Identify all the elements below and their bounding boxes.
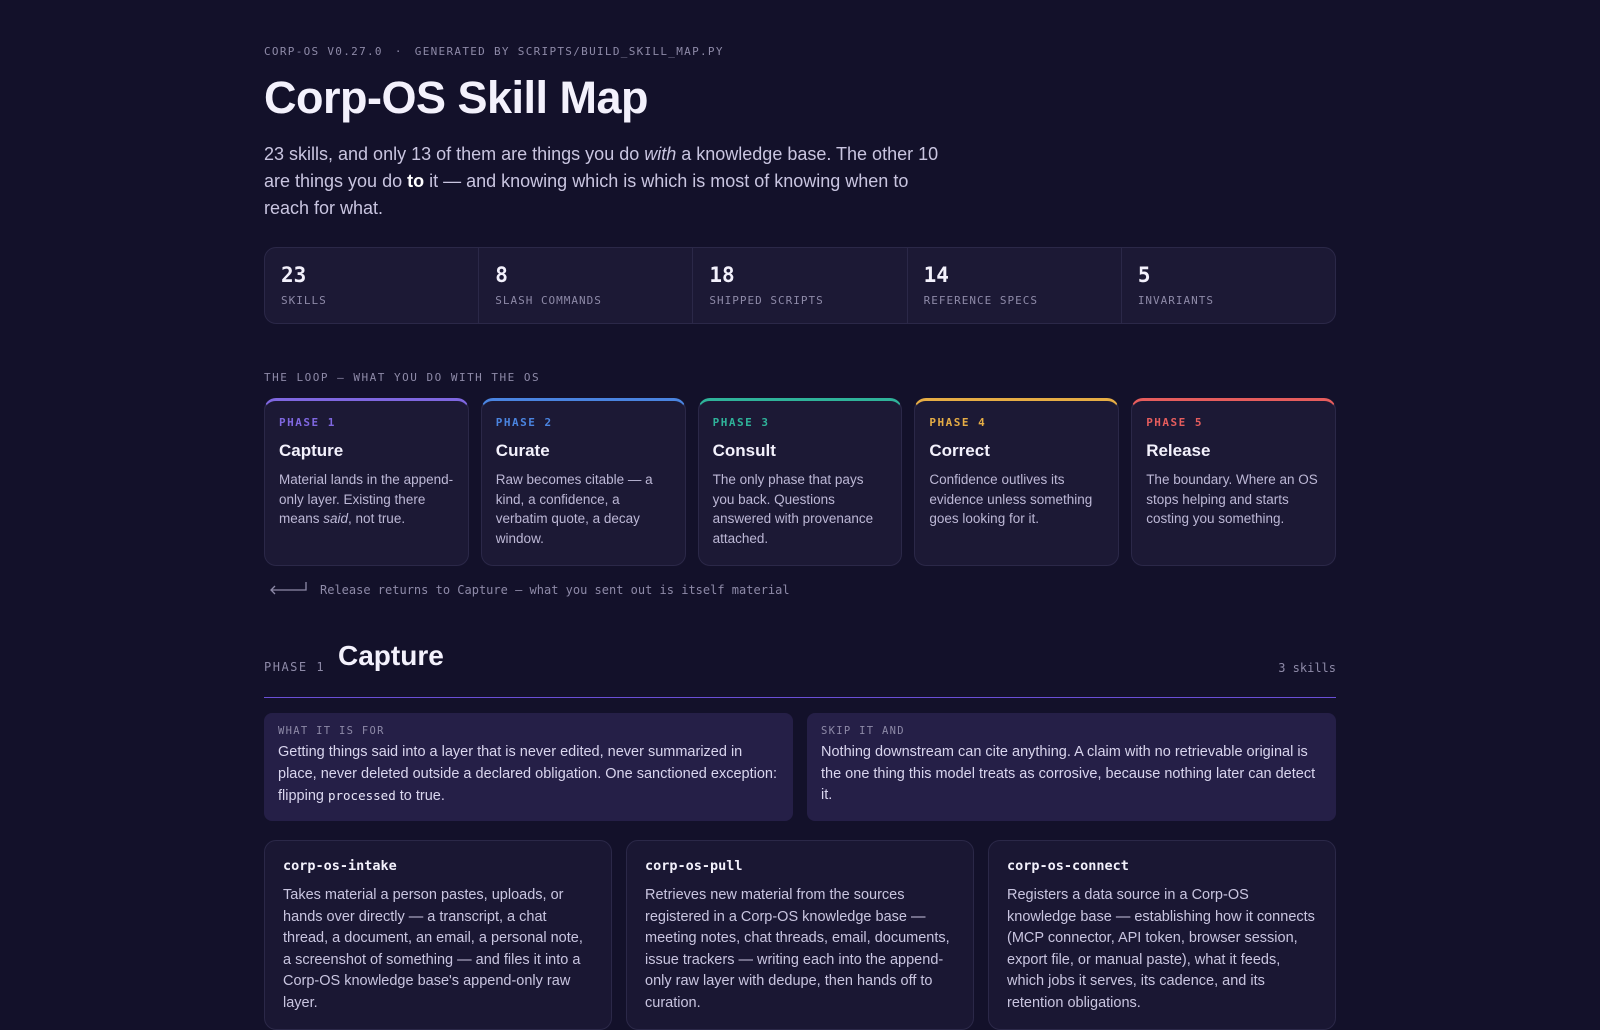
- phase-section-kicker: PHASE 1: [264, 660, 326, 674]
- loop-section-label: THE LOOP — WHAT YOU DO WITH THE OS: [264, 371, 541, 384]
- phase-description: The only phase that pays you back. Quest…: [712, 472, 874, 546]
- phase-purpose-row: WHAT IT IS FOR Getting things said into …: [264, 713, 1336, 821]
- page-lede: 23 skills, and only 13 of them are thing…: [264, 141, 954, 222]
- phase-card-capture[interactable]: PHASE 1 Capture Material lands in the ap…: [264, 398, 469, 566]
- phase-card-curate[interactable]: PHASE 2 Curate Raw becomes citable — a k…: [480, 398, 686, 566]
- stat-value: 5: [1137, 263, 1151, 287]
- version-label: CORP-OS V0.27.0: [264, 45, 383, 58]
- stat-skills: 23 SKILLS: [265, 248, 480, 323]
- phase-number: PHASE 3: [712, 416, 770, 429]
- what-text-end: to true.: [395, 788, 445, 804]
- skill-name: corp-os-pull: [645, 858, 743, 874]
- phase-section-header: PHASE 1 Capture 3 skills: [264, 640, 1336, 698]
- phase-number: PHASE 4: [929, 416, 987, 429]
- stat-label: SKILLS: [281, 294, 327, 307]
- skill-card-corp-os-connect[interactable]: corp-os-connect Registers a data source …: [988, 840, 1336, 1030]
- stat-value: 23: [281, 263, 307, 287]
- stats-bar: 23 SKILLS 8 SLASH COMMANDS 18 SHIPPED SC…: [264, 247, 1336, 324]
- stat-value: 18: [709, 263, 735, 287]
- stat-label: SHIPPED SCRIPTS: [709, 294, 824, 307]
- stat-invariants: 5 INVARIANTS: [1122, 248, 1335, 323]
- skip-it-and-panel: SKIP IT AND Nothing downstream can cite …: [807, 713, 1336, 821]
- phase-name: Curate: [495, 441, 550, 460]
- skill-name: corp-os-connect: [1007, 858, 1129, 874]
- loop-return-text: Release returns to Capture — what you se…: [320, 583, 790, 597]
- skill-description: Registers a data source in a Corp-OS kno…: [1007, 887, 1315, 1011]
- processed-code: processed: [327, 788, 396, 803]
- phase-description: Material lands in the append-only layer.…: [279, 470, 454, 529]
- what-it-is-for-text: Getting things said into a layer that is…: [278, 742, 779, 808]
- stat-value: 14: [923, 263, 949, 287]
- skip-it-and-label: SKIP IT AND: [821, 725, 905, 737]
- phase-desc-text-end: , not true.: [348, 511, 406, 526]
- phase-card-correct[interactable]: PHASE 4 Correct Confidence outlives its …: [914, 398, 1120, 566]
- eyebrow: CORP-OS V0.27.0 · GENERATED BY SCRIPTS/BUI…: [264, 45, 724, 58]
- phase-cards: PHASE 1 Capture Material lands in the ap…: [264, 398, 1336, 566]
- phase-number: PHASE 5: [1146, 416, 1204, 429]
- stat-label: SLASH COMMANDS: [495, 294, 602, 307]
- generated-by-label: GENERATED BY SCRIPTS/BUILD_SKILL_MAP.PY: [414, 45, 724, 58]
- phase-card-consult[interactable]: PHASE 3 Consult The only phase that pays…: [697, 398, 903, 566]
- skip-it-and-text: Nothing downstream can cite anything. A …: [821, 744, 1316, 803]
- phase-name: Correct: [929, 441, 990, 460]
- skill-description: Takes material a person pastes, uploads,…: [283, 887, 583, 1011]
- phase-card-release[interactable]: PHASE 5 Release The boundary. Where an O…: [1131, 398, 1336, 566]
- phase-number: PHASE 1: [279, 416, 336, 429]
- stat-label: REFERENCE SPECS: [923, 294, 1038, 307]
- phase-description: Confidence outlives its evidence unless …: [929, 472, 1093, 526]
- stat-shipped-scripts: 18 SHIPPED SCRIPTS: [693, 248, 908, 323]
- loop-return-note: Release returns to Capture — what you se…: [268, 580, 790, 600]
- skill-card-corp-os-intake[interactable]: corp-os-intake Takes material a person p…: [264, 840, 612, 1030]
- phase-description: Raw becomes citable — a kind, a confiden…: [495, 472, 653, 546]
- phase-desc-emphasis: said: [323, 511, 349, 526]
- phase-name: Release: [1146, 441, 1211, 460]
- phase-name: Capture: [279, 441, 344, 460]
- lede-strong: to: [407, 171, 425, 191]
- skill-name: corp-os-intake: [283, 858, 397, 874]
- stat-slash-commands: 8 SLASH COMMANDS: [479, 248, 694, 323]
- lede-part-1: 23 skills, and only 13 of them are thing…: [264, 144, 645, 164]
- return-arrow-icon: [270, 582, 307, 595]
- phase-number: PHASE 2: [495, 416, 553, 429]
- what-it-is-for-panel: WHAT IT IS FOR Getting things said into …: [264, 713, 793, 821]
- stat-value: 8: [495, 263, 508, 287]
- phase-section-skill-count: 3 skills: [1278, 661, 1336, 675]
- phase-section-title: Capture: [338, 640, 444, 671]
- eyebrow-separator: ·: [394, 45, 403, 58]
- what-it-is-for-label: WHAT IT IS FOR: [278, 725, 385, 737]
- phase-description: The boundary. Where an OS stops helping …: [1146, 472, 1318, 526]
- stat-reference-specs: 14 REFERENCE SPECS: [908, 248, 1122, 323]
- skill-description: Retrieves new material from the sources …: [645, 887, 950, 1011]
- skill-card-corp-os-pull[interactable]: corp-os-pull Retrieves new material from…: [626, 840, 974, 1030]
- stat-label: INVARIANTS: [1137, 294, 1215, 307]
- page-title: Corp-OS Skill Map: [264, 72, 649, 123]
- lede-emphasis: with: [644, 144, 677, 164]
- skill-cards: corp-os-intake Takes material a person p…: [264, 840, 1336, 1030]
- phase-name: Consult: [712, 441, 776, 460]
